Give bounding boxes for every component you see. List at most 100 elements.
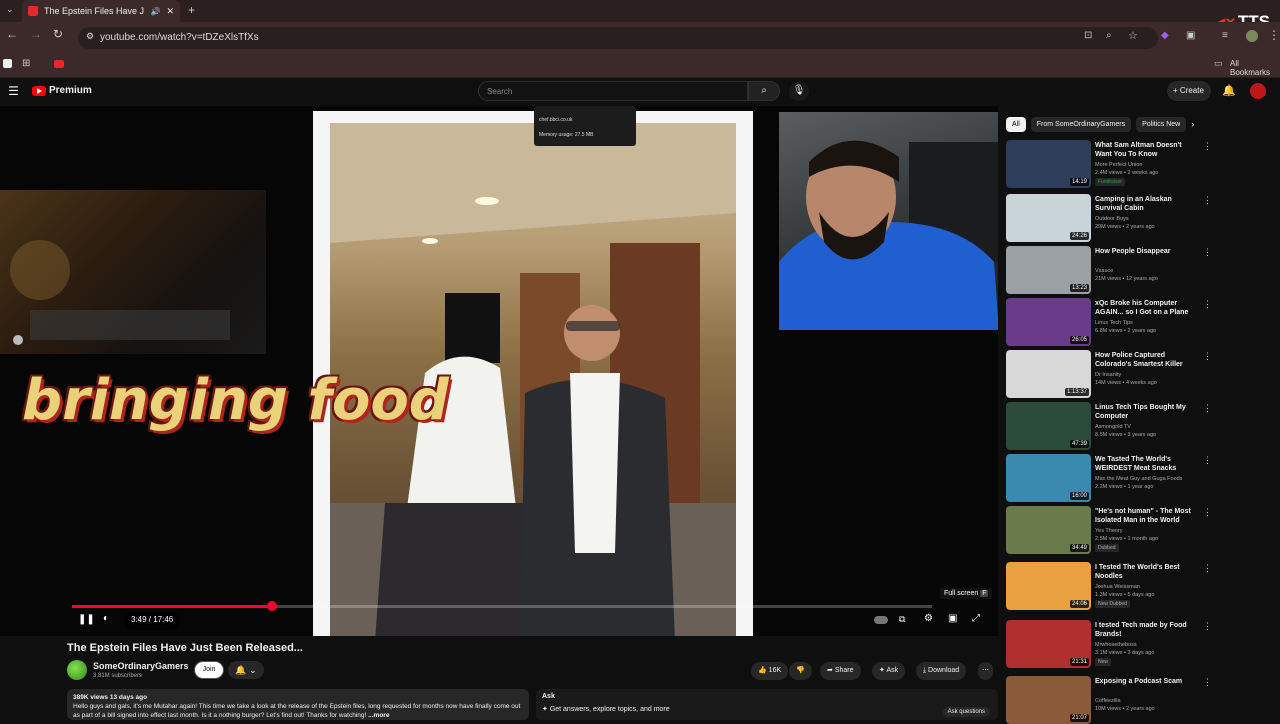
- like-button[interactable]: 👍 16K: [751, 662, 789, 680]
- more-options-icon[interactable]: ⋮: [1203, 247, 1212, 258]
- video-thumbnail[interactable]: 34:49: [1006, 506, 1091, 554]
- new-tab-icon[interactable]: +: [188, 3, 195, 17]
- more-options-icon[interactable]: ⋮: [1203, 141, 1212, 152]
- install-icon[interactable]: ⊡: [1084, 30, 1092, 41]
- speaker-icon[interactable]: 🔊: [150, 7, 160, 16]
- autoplay-toggle[interactable]: [874, 616, 888, 624]
- recommended-channel[interactable]: Joshua Weissman: [1095, 583, 1215, 591]
- recommended-channel[interactable]: Linus Tech Tips: [1095, 319, 1215, 327]
- more-options-icon[interactable]: ⋮: [1203, 621, 1212, 632]
- notifications-bell-icon[interactable]: 🔔: [1222, 84, 1236, 97]
- recommended-channel[interactable]: Asmongold TV: [1095, 423, 1215, 431]
- video-thumbnail[interactable]: 1:13:37: [1006, 350, 1091, 398]
- apps-grid-icon[interactable]: ⊞: [22, 58, 30, 69]
- recommended-title[interactable]: Camping in an Alaskan Survival Cabin: [1095, 195, 1197, 213]
- chip-politics[interactable]: Politics New: [1136, 117, 1187, 132]
- volume-button[interactable]: ◐: [103, 613, 109, 624]
- recommended-video[interactable]: 26:05 xQc Broke his Computer AGAIN... so …: [1006, 298, 1280, 346]
- all-bookmarks-link[interactable]: All Bookmarks: [1230, 59, 1280, 77]
- recommended-video[interactable]: 34:49 "He's not human" - The Most Isolate…: [1006, 506, 1280, 554]
- recommended-title[interactable]: Linus Tech Tips Bought My Computer: [1095, 403, 1197, 421]
- recommended-channel[interactable]: More Perfect Union: [1095, 161, 1215, 169]
- extensions-puzzle-icon[interactable]: ▣: [1186, 30, 1195, 41]
- more-options-icon[interactable]: ⋮: [1203, 195, 1212, 206]
- voice-search-button[interactable]: 🎙: [789, 81, 809, 101]
- recommended-title[interactable]: Exposing a Podcast Scam: [1095, 677, 1197, 686]
- more-options-icon[interactable]: ⋮: [1203, 299, 1212, 310]
- more-options-icon[interactable]: ⋮: [1203, 677, 1212, 688]
- tab-list-icon[interactable]: ⌄: [6, 4, 14, 15]
- video-thumbnail[interactable]: 21:07: [1006, 676, 1091, 724]
- recommended-video[interactable]: 21:31 I tested Tech made by Food Brands! M…: [1006, 620, 1280, 668]
- video-thumbnail[interactable]: 26:05: [1006, 298, 1091, 346]
- more-options-icon[interactable]: ⋮: [1203, 455, 1212, 466]
- profile-avatar[interactable]: [1246, 30, 1258, 42]
- more-options-icon[interactable]: ⋮: [1203, 563, 1212, 574]
- recommended-video[interactable]: 14:19 What Sam Altman Doesn't Want You To…: [1006, 140, 1280, 188]
- video-thumbnail[interactable]: 13:23: [1006, 246, 1091, 294]
- youtube-bookmark-icon[interactable]: [54, 60, 64, 68]
- ask-questions-button[interactable]: Ask questions: [942, 707, 990, 717]
- recommended-channel[interactable]: Outdoor Boys: [1095, 215, 1215, 223]
- recommended-channel[interactable]: Mrwhosetheboss: [1095, 641, 1215, 649]
- reload-icon[interactable]: ↻: [53, 27, 63, 41]
- download-button[interactable]: ⤓ Download: [916, 662, 967, 680]
- subscription-bell-button[interactable]: 🔔 ⌄: [228, 661, 264, 679]
- recommended-video[interactable]: 24:06 I Tested The World's Best Noodles Jo…: [1006, 562, 1280, 610]
- chevron-right-icon[interactable]: ›: [1191, 117, 1194, 132]
- recommended-video[interactable]: 1:13:37 How Police Captured Colorado's Sm…: [1006, 350, 1280, 398]
- recommended-title[interactable]: I tested Tech made by Food Brands!: [1095, 621, 1197, 639]
- dislike-button[interactable]: 👎: [789, 662, 812, 680]
- bookmark-star-icon[interactable]: ☆: [1128, 29, 1138, 42]
- forward-icon[interactable]: →: [30, 27, 42, 41]
- channel-avatar[interactable]: [67, 660, 87, 680]
- miniplayer-button[interactable]: ▣: [948, 613, 957, 624]
- pause-button[interactable]: ❚❚: [78, 614, 95, 625]
- video-thumbnail[interactable]: 21:31: [1006, 620, 1091, 668]
- recommended-video[interactable]: 47:39 Linus Tech Tips Bought My Computer A…: [1006, 402, 1280, 450]
- progress-scrubber[interactable]: [266, 601, 277, 611]
- youtube-premium-logo[interactable]: Premium: [32, 85, 92, 96]
- video-thumbnail[interactable]: 47:39: [1006, 402, 1091, 450]
- video-thumbnail[interactable]: 24:26: [1006, 194, 1091, 242]
- description-more-link[interactable]: ...more: [368, 712, 389, 719]
- browser-tab[interactable]: The Epstein Files Have Just 🔊 ✕: [22, 0, 180, 22]
- settings-button[interactable]: ⚙: [924, 613, 933, 624]
- recommended-title[interactable]: How Police Captured Colorado's Smartest …: [1095, 351, 1197, 369]
- back-icon[interactable]: ←: [6, 27, 18, 41]
- description-box[interactable]: 389K views 13 days ago Hello guys and ga…: [67, 689, 529, 720]
- channel-name[interactable]: SomeOrdinaryGamers: [93, 661, 189, 671]
- search-button[interactable]: ⌕: [748, 81, 780, 101]
- video-player[interactable]: chef.bbci.co.uk Memory usage: 27.5 MB br…: [0, 106, 998, 636]
- search-input[interactable]: Search: [478, 81, 748, 101]
- recommended-title[interactable]: I Tested The World's Best Noodles: [1095, 563, 1197, 581]
- video-thumbnail[interactable]: 14:19: [1006, 140, 1091, 188]
- fullscreen-button[interactable]: ⤢: [972, 613, 980, 624]
- chip-all[interactable]: All: [1006, 117, 1026, 132]
- recommended-title[interactable]: We Tasted The World's WEIRDEST Meat Snac…: [1095, 455, 1197, 473]
- video-thumbnail[interactable]: 24:06: [1006, 562, 1091, 610]
- more-options-icon[interactable]: ⋮: [1203, 403, 1212, 414]
- progress-bar[interactable]: [72, 601, 932, 611]
- site-info-icon[interactable]: ⚙: [86, 31, 94, 42]
- join-button[interactable]: Join: [194, 661, 224, 679]
- account-avatar[interactable]: [1250, 83, 1266, 99]
- recommended-video[interactable]: 24:26 Camping in an Alaskan Survival Cabi…: [1006, 194, 1280, 242]
- bookmark-page-icon[interactable]: [3, 59, 12, 68]
- close-tab-icon[interactable]: ✕: [166, 6, 174, 17]
- recommended-video[interactable]: 16:00 We Tasted The World's WEIRDEST Meat…: [1006, 454, 1280, 502]
- recommended-channel[interactable]: Dr Insanity: [1095, 371, 1215, 379]
- media-control-icon[interactable]: ≡: [1222, 30, 1228, 41]
- recommended-channel[interactable]: Yes Theory: [1095, 527, 1215, 535]
- zoom-icon[interactable]: ⌕: [1106, 30, 1112, 41]
- hamburger-menu-icon[interactable]: ☰: [8, 84, 19, 98]
- url-field[interactable]: ⚙ youtube.com/watch?v=tDZeXlsTfXs: [78, 27, 1158, 49]
- recommended-title[interactable]: What Sam Altman Doesn't Want You To Know: [1095, 141, 1197, 159]
- more-options-icon[interactable]: ⋮: [1203, 351, 1212, 362]
- recommended-title[interactable]: How People Disappear: [1095, 247, 1197, 256]
- recommended-channel[interactable]: Vsauce: [1095, 267, 1215, 275]
- more-options-icon[interactable]: ⋮: [1203, 507, 1212, 518]
- chip-from-channel[interactable]: From SomeOrdinaryGamers: [1030, 117, 1132, 132]
- recommended-channel[interactable]: Max the Meat Guy and Guga Foods: [1095, 475, 1215, 483]
- ask-button[interactable]: ✦ Ask: [872, 662, 906, 680]
